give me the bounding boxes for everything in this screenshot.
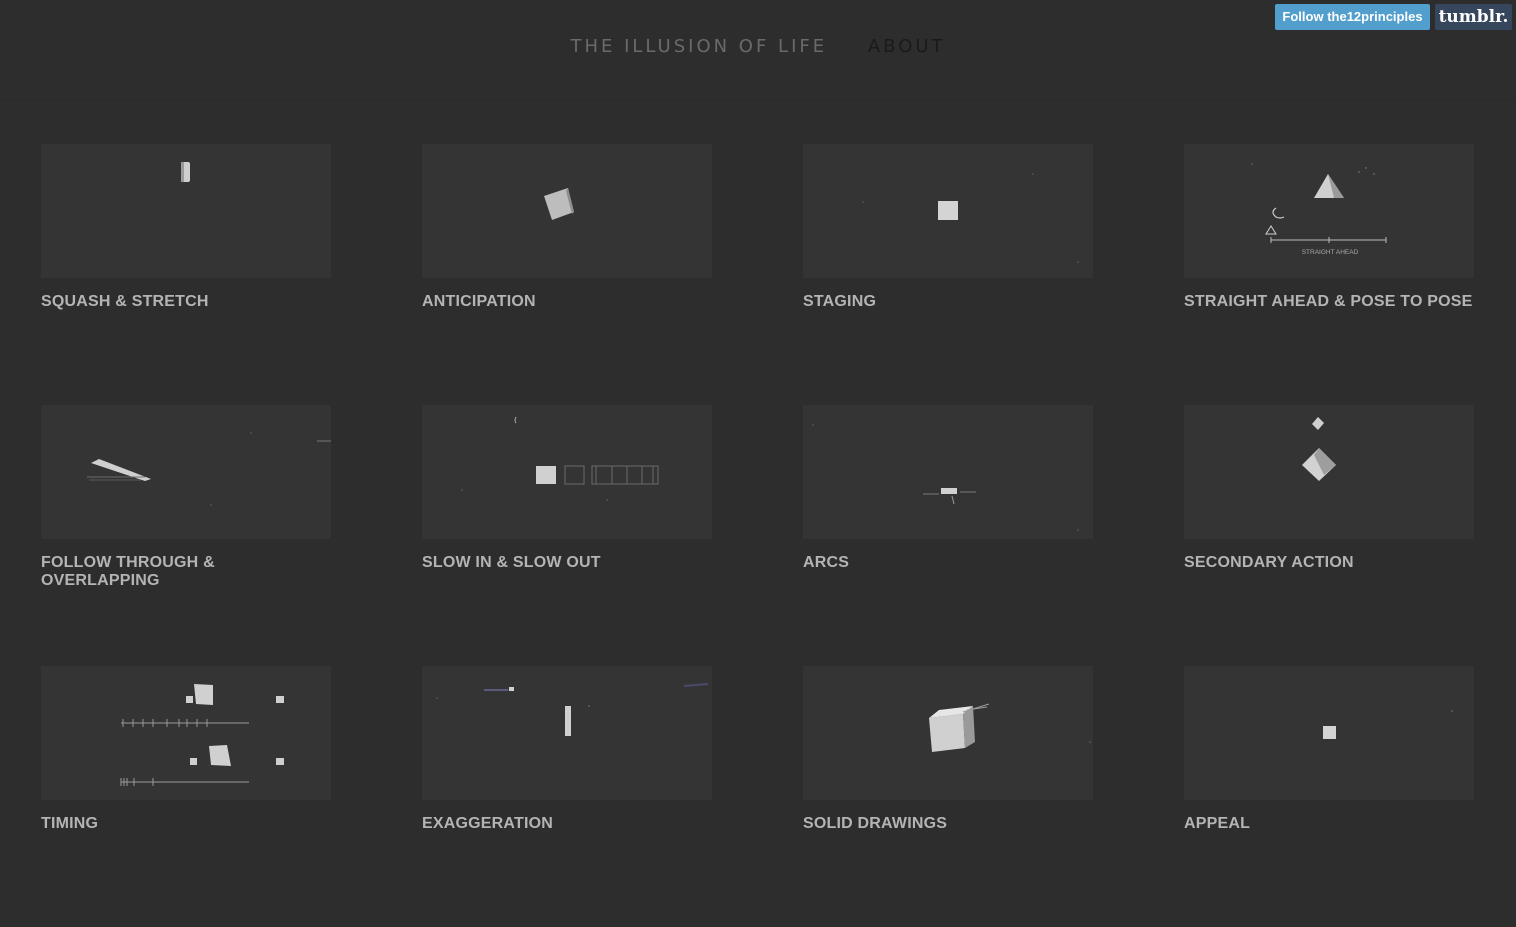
follow-button[interactable]: Follow the12principles <box>1275 4 1430 30</box>
tile-label: STAGING <box>803 293 877 310</box>
tile-solid-drawings[interactable]: SOLID DRAWINGS <box>803 666 1093 927</box>
tile-label: TIMING <box>41 815 99 832</box>
thumbnail-follow-through[interactable] <box>41 405 331 539</box>
thumbnail-secondary-action[interactable] <box>1184 405 1474 539</box>
exaggeration-illustration <box>436 683 709 736</box>
thumbnail-arcs[interactable] <box>803 405 1093 539</box>
appeal-illustration <box>1323 710 1453 739</box>
thumbnail-exaggeration[interactable] <box>422 666 712 800</box>
tile-label: ANTICIPATION <box>422 293 536 310</box>
slow-in-slow-out-illustration <box>461 416 659 501</box>
tile-arcs[interactable]: ARCS <box>803 405 1093 666</box>
tile-slow-in-slow-out[interactable]: SLOW IN & SLOW OUT <box>422 405 712 666</box>
tumblr-logo-button[interactable]: tumblr. <box>1435 4 1512 30</box>
staging-illustration <box>862 173 1079 263</box>
tile-label: SLOW IN & SLOW OUT <box>422 554 601 571</box>
tile-label: SOLID DRAWINGS <box>803 815 948 832</box>
tile-exaggeration[interactable]: EXAGGERATION <box>422 666 712 927</box>
timing-illustration <box>120 684 284 786</box>
site-title-link[interactable]: THE ILLUSION OF LIFE <box>570 36 827 57</box>
thumbnail-timing[interactable] <box>41 666 331 800</box>
thumbnail-slow-in-slow-out[interactable] <box>422 405 712 539</box>
thumbnail-appeal[interactable] <box>1184 666 1474 800</box>
squash-stretch-illustration <box>181 162 190 182</box>
tile-label: FOLLOW THROUGH & OVERLAPPING <box>41 554 215 589</box>
tile-label: ARCS <box>803 554 850 571</box>
tile-straight-ahead[interactable]: STRAIGHT AHEAD STRAIGHT AHEAD & POSE TO … <box>1184 144 1474 405</box>
arcs-illustration <box>812 424 1079 531</box>
thumbnail-solid-drawings[interactable] <box>803 666 1093 800</box>
tile-label: SECONDARY ACTION <box>1184 554 1354 571</box>
tile-label: STRAIGHT AHEAD & POSE TO POSE <box>1184 293 1473 310</box>
thumbnail-squash-stretch[interactable] <box>41 144 331 278</box>
thumbnail-straight-ahead[interactable]: STRAIGHT AHEAD <box>1184 144 1474 278</box>
about-link[interactable]: ABOUT <box>868 36 946 57</box>
tile-squash-stretch[interactable]: SQUASH & STRETCH <box>41 144 331 405</box>
tile-secondary-action[interactable]: SECONDARY ACTION <box>1184 405 1474 666</box>
tile-appeal[interactable]: APPEAL <box>1184 666 1474 927</box>
tile-label: EXAGGERATION <box>422 815 554 832</box>
anticipation-illustration <box>544 188 574 220</box>
nav: THE ILLUSION OF LIFE ABOUT <box>0 36 1516 57</box>
tile-label: APPEAL <box>1184 815 1251 832</box>
principles-grid: SQUASH & STRETCH ANTICIPATION STAGING ST… <box>41 144 1474 927</box>
straight-ahead-caption: STRAIGHT AHEAD <box>1302 249 1359 256</box>
tile-anticipation[interactable]: ANTICIPATION <box>422 144 712 405</box>
tile-timing[interactable]: TIMING <box>41 666 331 927</box>
secondary-action-illustration <box>1302 417 1336 481</box>
straight-ahead-illustration: STRAIGHT AHEAD <box>1251 163 1387 256</box>
tile-label: SQUASH & STRETCH <box>41 293 209 310</box>
thumbnail-staging[interactable] <box>803 144 1093 278</box>
follow-through-illustration <box>87 432 331 506</box>
tile-staging[interactable]: STAGING <box>803 144 1093 405</box>
thumbnail-anticipation[interactable] <box>422 144 712 278</box>
solid-drawings-illustration <box>929 703 1091 752</box>
tile-follow-through[interactable]: FOLLOW THROUGH & OVERLAPPING <box>41 405 331 666</box>
